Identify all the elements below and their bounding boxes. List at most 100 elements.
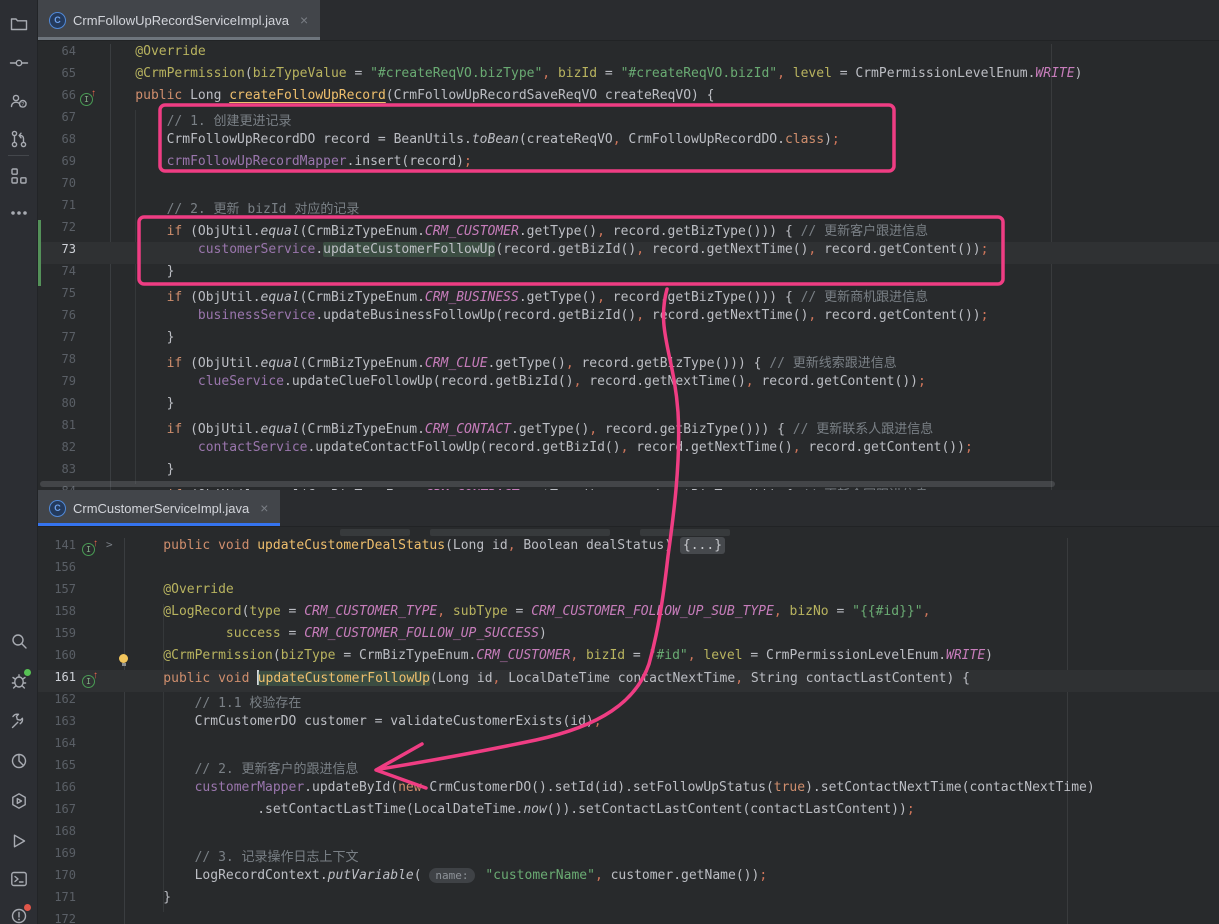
code-line[interactable]: 167.setContactLastTime(LocalDateTime.now…	[37, 802, 1219, 824]
line-number[interactable]: 78	[39, 352, 76, 374]
code-line[interactable]: 82contactService.updateContactFollowUp(r…	[37, 440, 1219, 462]
commit-icon[interactable]	[8, 52, 30, 74]
fold-chevron-icon[interactable]: >	[106, 538, 113, 560]
code-line[interactable]: 66I↑public Long createFollowUpRecord(Crm…	[37, 88, 1219, 110]
line-number[interactable]: 164	[39, 736, 76, 758]
line-number[interactable]: 169	[39, 846, 76, 868]
code-line[interactable]: 73customerService.updateCustomerFollowUp…	[37, 242, 1219, 264]
line-number[interactable]: 82	[39, 440, 76, 462]
line-number[interactable]: 70	[39, 176, 76, 198]
code-line[interactable]: 79clueService.updateClueFollowUp(record.…	[37, 374, 1219, 396]
code-line[interactable]: 169// 3. 记录操作日志上下文	[37, 846, 1219, 868]
line-number[interactable]: 77	[39, 330, 76, 352]
structure-icon[interactable]	[8, 165, 30, 187]
line-number[interactable]: 81	[39, 418, 76, 440]
line-number[interactable]: 79	[39, 374, 76, 396]
code-line[interactable]: 69crmFollowUpRecordMapper.insert(record)…	[37, 154, 1219, 176]
line-number[interactable]: 168	[39, 824, 76, 846]
token: =	[347, 66, 370, 81]
code-line[interactable]: 141I↑>public void updateCustomerDealStat…	[37, 538, 1219, 560]
line-number[interactable]: 73	[39, 242, 76, 264]
code-line[interactable]: 163CrmCustomerDO customer = validateCust…	[37, 714, 1219, 736]
code-line[interactable]: 171}	[37, 890, 1219, 912]
code-line[interactable]: 75if (ObjUtil.equal(CrmBizTypeEnum.CRM_B…	[37, 286, 1219, 308]
code-line[interactable]: 65@CrmPermission(bizTypeValue = "#create…	[37, 66, 1219, 88]
profiler-icon[interactable]	[8, 750, 30, 772]
problems-icon[interactable]	[8, 905, 30, 924]
line-number[interactable]: 162	[39, 692, 76, 714]
code-line[interactable]: 164	[37, 736, 1219, 758]
debug-icon[interactable]	[8, 670, 30, 692]
line-number[interactable]: 76	[39, 308, 76, 330]
line-number[interactable]: 69	[39, 154, 76, 176]
project-folder-icon[interactable]	[8, 13, 30, 35]
line-number[interactable]: 67	[39, 110, 76, 132]
run-icon[interactable]	[8, 830, 30, 852]
code-line[interactable]: 71// 2. 更新 bizId 对应的记录	[37, 198, 1219, 220]
line-number[interactable]: 163	[39, 714, 76, 736]
search-icon[interactable]	[8, 630, 30, 652]
code-line[interactable]: 156	[37, 560, 1219, 582]
code-line[interactable]: 170LogRecordContext.putVariable( name: "…	[37, 868, 1219, 890]
line-number[interactable]: 171	[39, 890, 76, 912]
line-number[interactable]: 72	[39, 220, 76, 242]
override-marker-icon[interactable]: I↑	[82, 542, 102, 556]
line-number[interactable]: 74	[39, 264, 76, 286]
line-number[interactable]: 157	[39, 582, 76, 604]
code-line[interactable]: 172	[37, 912, 1219, 924]
services-icon[interactable]	[8, 790, 30, 812]
code-line[interactable]: 158@LogRecord(type = CRM_CUSTOMER_TYPE, …	[37, 604, 1219, 626]
tab-close-icon[interactable]: ×	[260, 500, 268, 516]
line-number[interactable]: 141	[39, 538, 76, 560]
tab-crm-customer-service-impl[interactable]: C CrmCustomerServiceImpl.java ×	[37, 490, 280, 526]
code-line[interactable]: 157@Override	[37, 582, 1219, 604]
code-line[interactable]: 64@Override	[37, 44, 1219, 66]
build-icon[interactable]	[8, 710, 30, 732]
code-line[interactable]: 81if (ObjUtil.equal(CrmBizTypeEnum.CRM_C…	[37, 418, 1219, 440]
tab-crm-follow-up-record-service-impl[interactable]: C CrmFollowUpRecordServiceImpl.java ×	[37, 0, 320, 40]
code-line[interactable]: 78if (ObjUtil.equal(CrmBizTypeEnum.CRM_C…	[37, 352, 1219, 374]
code-line[interactable]: 74}	[37, 264, 1219, 286]
more-tools-icon[interactable]	[8, 202, 30, 224]
line-number[interactable]: 80	[39, 396, 76, 418]
intention-bulb-icon[interactable]	[119, 654, 128, 663]
code-line[interactable]: 165// 2. 更新客户的跟进信息	[37, 758, 1219, 780]
override-marker-icon[interactable]: I↑	[82, 674, 102, 688]
terminal-icon[interactable]	[8, 868, 30, 890]
code-line[interactable]: 76businessService.updateBusinessFollowUp…	[37, 308, 1219, 330]
line-number[interactable]: 170	[39, 868, 76, 890]
pull-requests-icon[interactable]	[8, 128, 30, 150]
line-number[interactable]: 71	[39, 198, 76, 220]
tab-close-icon[interactable]: ×	[300, 12, 308, 28]
code-line[interactable]: 70	[37, 176, 1219, 198]
code-line[interactable]: 80}	[37, 396, 1219, 418]
code-line[interactable]: 159success = CRM_CUSTOMER_FOLLOW_UP_SUCC…	[37, 626, 1219, 648]
override-marker-icon[interactable]: I↑	[80, 92, 100, 106]
line-number[interactable]: 75	[39, 286, 76, 308]
line-number[interactable]: 159	[39, 626, 76, 648]
line-number[interactable]: 156	[39, 560, 76, 582]
code-line[interactable]: 162// 1.1 校验存在	[37, 692, 1219, 714]
code-line[interactable]: 67// 1. 创建更进记录	[37, 110, 1219, 132]
line-number[interactable]: 68	[39, 132, 76, 154]
code-text: }	[132, 890, 171, 912]
line-number[interactable]: 65	[39, 66, 76, 88]
code-line[interactable]: 166customerMapper.updateById(new CrmCust…	[37, 780, 1219, 802]
collaboration-icon[interactable]: ?	[8, 90, 30, 112]
horizontal-scrollbar[interactable]	[40, 481, 1055, 487]
code-line[interactable]: 168	[37, 824, 1219, 846]
code-line[interactable]: 77}	[37, 330, 1219, 352]
line-number[interactable]: 64	[39, 44, 76, 66]
code-line[interactable]: 160@CrmPermission(bizType = CrmBizTypeEn…	[37, 648, 1219, 670]
code-line[interactable]: 68CrmFollowUpRecordDO record = BeanUtils…	[37, 132, 1219, 154]
line-number[interactable]: 158	[39, 604, 76, 626]
line-number[interactable]: 166	[39, 780, 76, 802]
line-number[interactable]: 160	[39, 648, 76, 670]
line-number[interactable]: 66	[39, 88, 76, 110]
code-line[interactable]: 161I↑public void updateCustomerFollowUp(…	[37, 670, 1219, 692]
line-number[interactable]: 165	[39, 758, 76, 780]
line-number[interactable]: 172	[39, 912, 76, 924]
line-number[interactable]: 167	[39, 802, 76, 824]
code-line[interactable]: 72if (ObjUtil.equal(CrmBizTypeEnum.CRM_C…	[37, 220, 1219, 242]
line-number[interactable]: 161	[39, 670, 76, 692]
